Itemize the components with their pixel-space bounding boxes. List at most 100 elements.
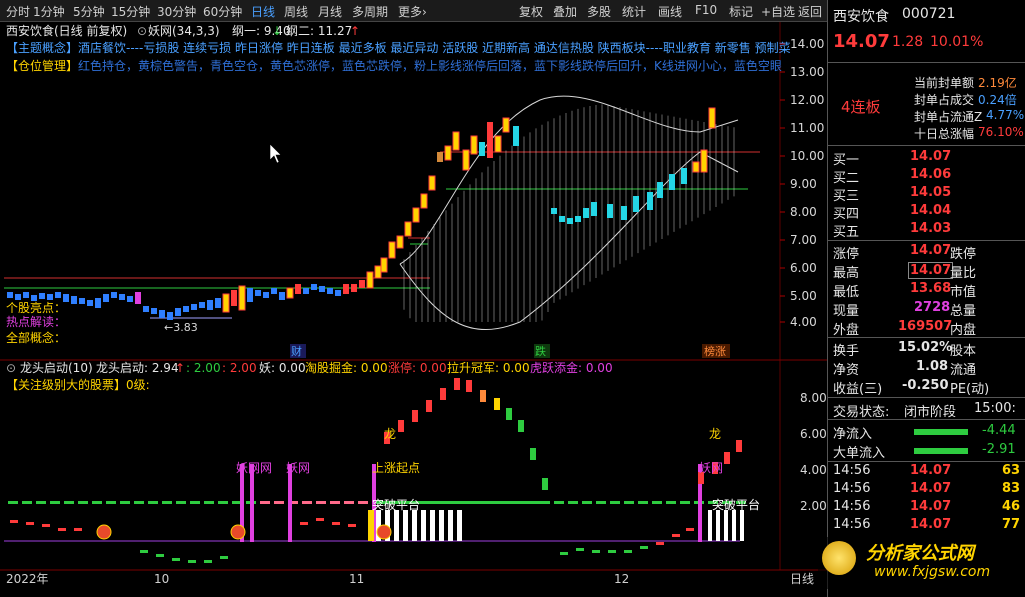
board-value-0: 2.19亿 xyxy=(978,76,1017,90)
f10-button[interactable]: F10 xyxy=(695,3,717,17)
candle xyxy=(47,294,53,300)
candle xyxy=(79,298,85,304)
sub-white-bar xyxy=(394,510,399,541)
period-tab-15min[interactable]: 15分钟 xyxy=(111,3,150,20)
sub-bar xyxy=(518,420,524,432)
sub-dash xyxy=(554,501,564,504)
sub-dash xyxy=(666,501,676,504)
price-tick: 11.00 xyxy=(790,121,824,135)
multi-stock-button[interactable]: 多股 xyxy=(587,3,611,20)
mark-button[interactable]: 标记 xyxy=(729,3,753,20)
candle xyxy=(327,288,333,294)
candle xyxy=(23,292,29,298)
candle xyxy=(681,168,687,184)
candle xyxy=(199,302,205,308)
candle xyxy=(55,292,61,298)
chart-area[interactable]: 西安饮食(日线 前复权) ⊙ 妖网(34,3,3) 纲一: 9.40 ↓ 纲二:… xyxy=(0,22,827,597)
down-arrow-icon: ↓ xyxy=(272,24,282,38)
back-button[interactable]: 返回 xyxy=(798,3,822,20)
period-tab-timeshare[interactable]: 分时 xyxy=(6,3,30,20)
collapse-sub-icon[interactable]: ⊙ xyxy=(6,361,16,375)
sub-curve-dot xyxy=(220,556,228,559)
sub-curve-dot xyxy=(348,524,356,527)
fq-button[interactable]: 复权 xyxy=(519,3,543,20)
sub-breakout-label-1: 突破平台 xyxy=(372,497,420,512)
price-tick: 12.00 xyxy=(790,93,824,107)
candle xyxy=(575,216,581,222)
period-tab-weekly[interactable]: 周线 xyxy=(284,3,308,20)
period-tab-60min[interactable]: 60分钟 xyxy=(203,3,242,20)
candle xyxy=(7,292,13,298)
board-value-2: 4.77% xyxy=(986,108,1025,122)
sub-indicator-name: 龙头启动(10) xyxy=(20,361,93,375)
draw-line-button[interactable]: 画线 xyxy=(658,3,682,20)
tick-vol-3: 77 xyxy=(1002,517,1021,532)
sub-dash xyxy=(78,501,88,504)
sub-bar xyxy=(506,408,512,420)
price-tick: 4.00 xyxy=(790,315,817,329)
sub-curve-dot xyxy=(332,522,340,525)
sub-v7: 拉升冠军: 0.00 xyxy=(447,360,530,375)
candle xyxy=(311,284,317,290)
candle xyxy=(692,161,700,173)
date-year: 2022年 xyxy=(6,572,49,586)
period-tab-multi[interactable]: 多周期 xyxy=(352,3,388,20)
tag-bangzhang[interactable]: 榜涨 xyxy=(704,344,726,358)
candle xyxy=(39,293,45,299)
fund-label-0: 换手 xyxy=(833,344,860,359)
sub-white-bar xyxy=(421,510,426,541)
sub-dash-small xyxy=(10,520,18,523)
candle xyxy=(559,216,565,222)
bid-price-2[interactable]: 14.06 xyxy=(910,167,951,182)
candle xyxy=(374,265,382,279)
candle xyxy=(127,296,133,302)
board-value-1: 0.24倍 xyxy=(978,93,1017,107)
period-tab-1min[interactable]: 1分钟 xyxy=(33,3,65,20)
sub-curve-dot xyxy=(576,548,584,551)
period-tab-monthly[interactable]: 月线 xyxy=(318,3,342,20)
candle xyxy=(286,287,294,299)
tick-price-3: 14.07 xyxy=(910,517,952,532)
period-tab-more[interactable]: 更多› xyxy=(398,3,427,20)
period-tab-5min[interactable]: 5分钟 xyxy=(73,3,105,20)
date-unit[interactable]: 日线 xyxy=(790,572,814,586)
sub-yao-label-3: 妖网 xyxy=(699,461,723,475)
tag-cai[interactable]: 财 xyxy=(291,344,302,358)
sub-white-bar xyxy=(403,510,408,541)
candle xyxy=(87,300,93,306)
collapse-icon[interactable]: ⊙ xyxy=(137,24,147,38)
period-tab-daily[interactable]: 日线 xyxy=(251,3,275,20)
sub-dash-small xyxy=(74,528,82,531)
fund-label-1: 净资 xyxy=(833,363,860,378)
quote-label-3: 现量 xyxy=(833,304,860,319)
candle xyxy=(591,202,597,216)
bid-price-4[interactable]: 14.04 xyxy=(910,203,951,218)
period-tab-30min[interactable]: 30分钟 xyxy=(157,3,196,20)
sub-tick: 2.00 xyxy=(800,499,827,513)
status-time: 15:00: xyxy=(974,401,1016,416)
candle xyxy=(295,284,301,294)
fund-label2-2: PE(动) xyxy=(950,382,990,397)
candle xyxy=(366,271,374,289)
tick-time-3: 14:56 xyxy=(833,517,871,532)
bid-price-1[interactable]: 14.07 xyxy=(910,149,951,164)
tick-vol-2: 46 xyxy=(1002,499,1021,514)
sub-curve-dot xyxy=(156,554,164,557)
tag-die[interactable]: 跌 xyxy=(535,344,546,358)
add-watchlist-button[interactable]: +自选 xyxy=(761,3,795,20)
candle xyxy=(207,300,213,310)
sub-dash xyxy=(624,501,634,504)
candle xyxy=(487,122,493,158)
sub-curve-dot xyxy=(656,542,664,545)
overlay-button[interactable]: 叠加 xyxy=(553,3,577,20)
tick-price-0: 14.07 xyxy=(910,463,952,478)
candle xyxy=(396,235,404,249)
sub-dash xyxy=(8,501,18,504)
stats-button[interactable]: 统计 xyxy=(622,3,646,20)
hot-label: 热点解读： xyxy=(6,315,66,329)
bid-price-5[interactable]: 14.03 xyxy=(910,221,951,236)
bid-label-4: 买四 xyxy=(833,207,860,222)
quote-label-0: 涨停 xyxy=(833,247,860,262)
bid-price-3[interactable]: 14.05 xyxy=(910,185,951,200)
stock-name: 西安饮食 xyxy=(833,9,889,25)
